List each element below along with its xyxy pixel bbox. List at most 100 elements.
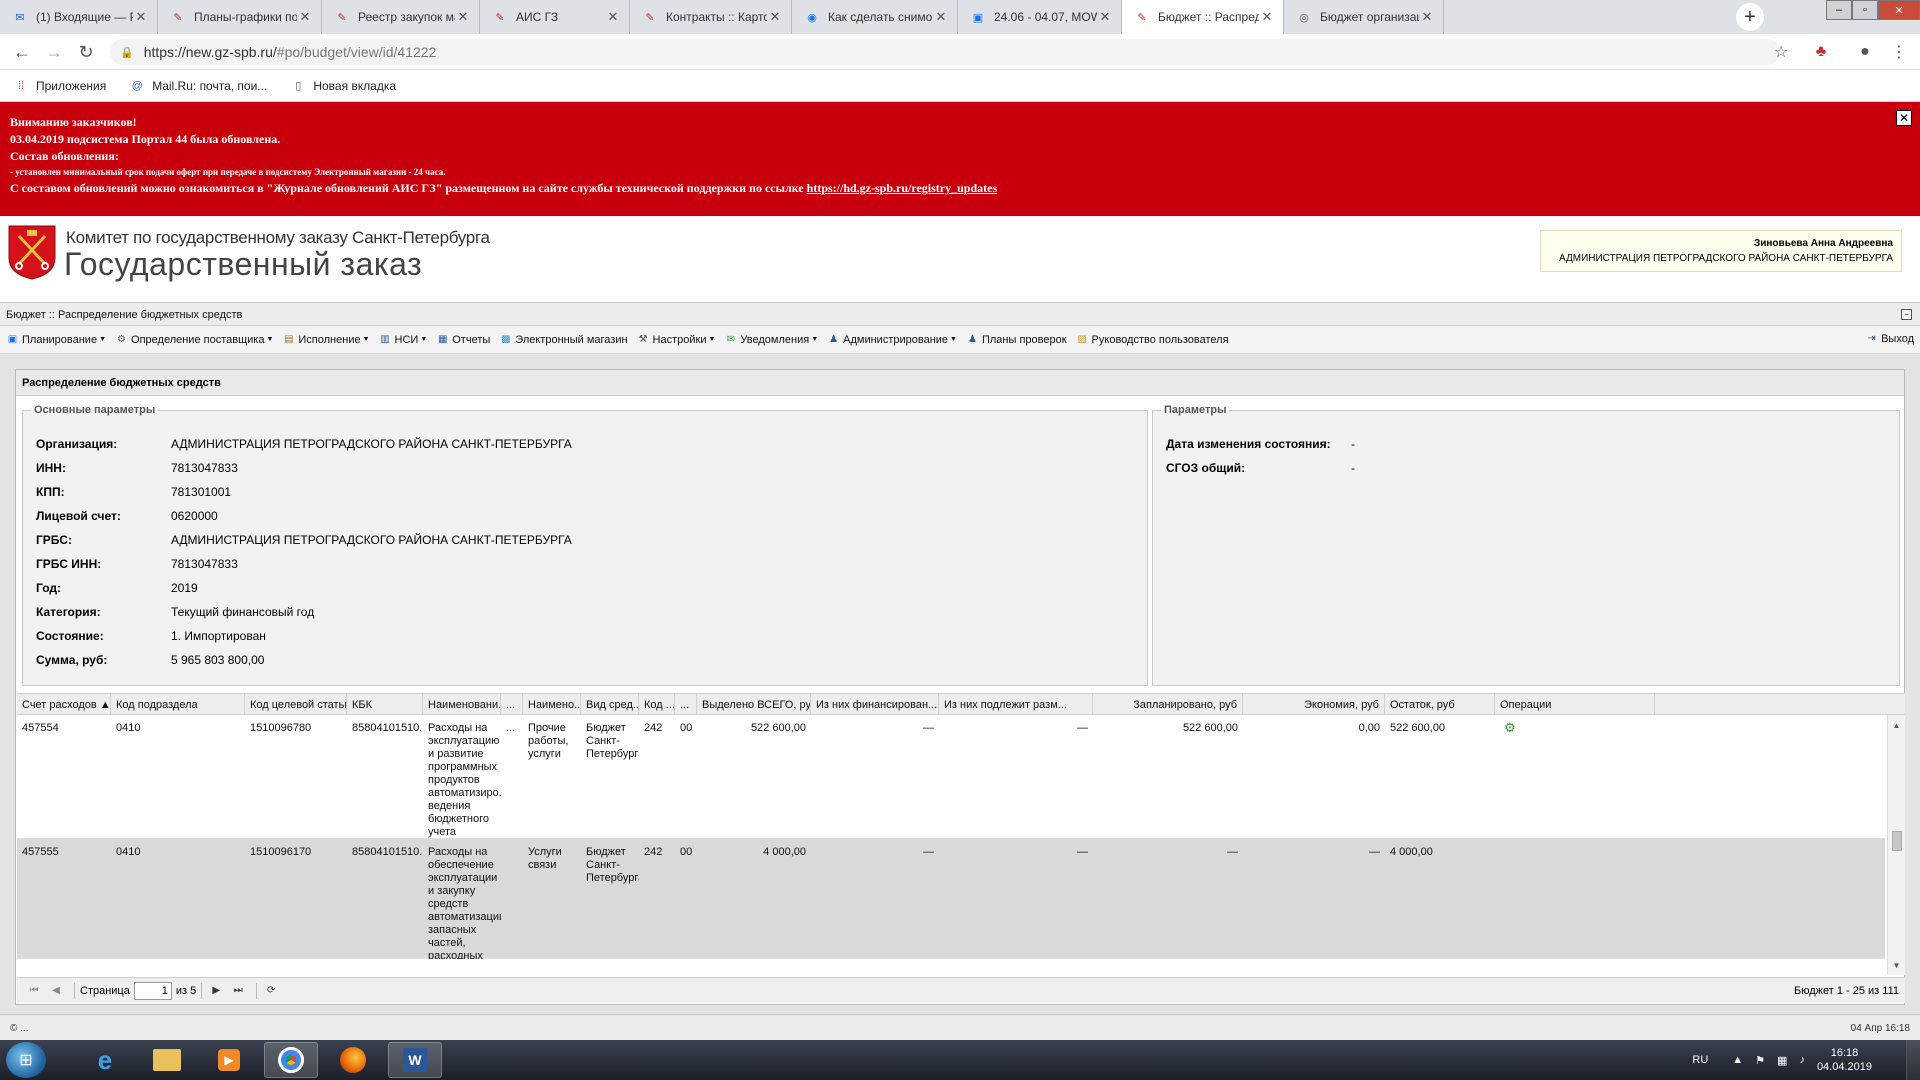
scroll-up-icon[interactable]: ▲: [1888, 719, 1905, 733]
word-taskbar-icon[interactable]: W: [388, 1042, 442, 1078]
alert-close-button[interactable]: ✕: [1896, 110, 1912, 126]
bookmark-item[interactable]: ⁞⁞ Приложения: [14, 79, 106, 93]
media-player-taskbar-icon[interactable]: ▶: [202, 1042, 256, 1078]
operation-gear-icon[interactable]: ⚙: [1499, 721, 1521, 734]
column-header[interactable]: Код целевой статьи: [245, 694, 347, 715]
tab-close-icon[interactable]: ✕: [605, 9, 621, 25]
tab-close-icon[interactable]: ✕: [455, 9, 471, 25]
menu-item[interactable]: ♟ Планы проверок: [966, 333, 1067, 346]
menu-item[interactable]: ⚒ Настройки ▼: [637, 333, 716, 346]
forward-button[interactable]: →: [42, 40, 66, 64]
show-desktop-button[interactable]: [1906, 1040, 1920, 1080]
column-header[interactable]: Код подраздела: [111, 694, 245, 715]
column-header[interactable]: Операции: [1495, 694, 1655, 715]
volume-icon[interactable]: ♪: [1799, 1054, 1805, 1066]
refresh-icon[interactable]: ⟳: [262, 983, 280, 999]
browser-tab[interactable]: ✎ Планы-графики подчи✕: [158, 0, 322, 34]
column-header[interactable]: Счет расходов ▲: [17, 694, 111, 715]
chrome-taskbar-icon[interactable]: [264, 1042, 318, 1078]
tab-close-icon[interactable]: ✕: [767, 9, 783, 25]
column-header[interactable]: Экономия, руб: [1243, 694, 1385, 715]
explorer-taskbar-icon[interactable]: [140, 1042, 194, 1078]
maximize-button[interactable]: ▫: [1852, 0, 1878, 20]
column-header[interactable]: Код ...: [639, 694, 675, 715]
tray-expand-icon[interactable]: ▲: [1732, 1054, 1743, 1066]
table-cell: 522 600,00: [1182, 722, 1238, 734]
table-cell: 0410: [116, 722, 141, 734]
bookmark-star-icon[interactable]: ☆: [1770, 42, 1792, 62]
table-row[interactable]: 457555 0410 1510096170 85804101510... Расход…: [17, 839, 1885, 959]
menu-item[interactable]: ▦ Отчеты: [436, 333, 490, 346]
menu-item[interactable]: ▣ Планирование ▼: [6, 333, 106, 346]
column-header[interactable]: ...: [675, 694, 697, 715]
page-number-input[interactable]: 1: [133, 981, 172, 1000]
network-icon[interactable]: ▦: [1777, 1054, 1787, 1067]
column-header[interactable]: ...: [501, 694, 523, 715]
browser-tab[interactable]: ▣ 24.06 - 04.07, MOW ⇄ В✕: [958, 0, 1122, 34]
column-header[interactable]: Наименовани...: [423, 694, 501, 715]
collapse-button[interactable]: −: [1901, 309, 1912, 320]
reload-button[interactable]: ↻: [74, 40, 98, 64]
gear-icon: ⚙: [117, 334, 126, 345]
column-header[interactable]: Вид сред...: [581, 694, 639, 715]
new-tab-button[interactable]: +: [1736, 3, 1764, 31]
menu-item[interactable]: ▧ Руководство пользователя: [1076, 333, 1228, 346]
column-header[interactable]: Остаток, руб: [1385, 694, 1495, 715]
last-page-icon[interactable]: ⏭: [229, 983, 247, 999]
clock-date: 04.04.2019: [1816, 1061, 1872, 1073]
tab-close-icon[interactable]: ✕: [1259, 9, 1275, 25]
window-close-button[interactable]: ✕: [1878, 0, 1920, 20]
windows-taskbar: ⊞ e ▶ W RU ▲ ⚑ ▦ ♪ 16:18 04.04.2019: [0, 1040, 1920, 1080]
first-page-icon[interactable]: ⏮: [25, 983, 43, 999]
scroll-thumb[interactable]: [1892, 831, 1902, 851]
tab-close-icon[interactable]: ✕: [1419, 9, 1435, 25]
profile-icon[interactable]: ●: [1854, 42, 1876, 62]
back-button[interactable]: ←: [10, 40, 34, 64]
taskbar-clock[interactable]: 16:18 04.04.2019: [1817, 1046, 1872, 1074]
scroll-down-icon[interactable]: ▼: [1888, 959, 1905, 973]
tab-close-icon[interactable]: ✕: [1097, 9, 1113, 25]
column-header[interactable]: Из них подлежит разм...: [939, 694, 1093, 715]
browser-tab[interactable]: ✎ АИС ГЗ ✕: [480, 0, 630, 34]
menu-item[interactable]: ▤ Исполнение ▼: [282, 333, 369, 346]
start-button[interactable]: ⊞: [6, 1042, 46, 1078]
column-header[interactable]: Запланировано, руб: [1093, 694, 1243, 715]
menu-item[interactable]: ▩ Электронный магазин: [499, 333, 628, 346]
menu-item[interactable]: ▥ НСИ ▼: [379, 333, 428, 346]
browser-tab[interactable]: ✉ (1) Входящие — Рамбле✕: [0, 0, 158, 34]
address-bar[interactable]: 🔒 https://new.gz-spb.ru/#po/budget/view/…: [110, 39, 1780, 65]
prev-page-icon[interactable]: ◀: [47, 983, 65, 999]
firefox-taskbar-icon[interactable]: [326, 1042, 380, 1078]
language-indicator[interactable]: RU: [1692, 1054, 1708, 1066]
browser-tab[interactable]: ◉ Как сделать снимок экр✕: [792, 0, 958, 34]
browser-tab[interactable]: ✎ Реестр закупок малого✕: [322, 0, 480, 34]
tab-close-icon[interactable]: ✕: [297, 9, 313, 25]
extension-icon[interactable]: ♣: [1810, 42, 1832, 62]
menu-item[interactable]: ✉ Уведомления ▼: [724, 333, 818, 346]
table-row[interactable]: 457554 0410 1510096780 85804101510... Расход…: [17, 715, 1885, 839]
bookmark-item[interactable]: @ Mail.Ru: почта, пои...: [130, 79, 268, 93]
menu-item[interactable]: ♟ Администрирование ▼: [827, 333, 957, 346]
exit-button[interactable]: ⇥ Выход: [1865, 332, 1914, 345]
tab-close-icon[interactable]: ✕: [933, 9, 949, 25]
menu-item[interactable]: ⚙ Определение поставщика ▼: [115, 333, 273, 346]
minimize-button[interactable]: –: [1826, 0, 1852, 20]
column-header[interactable]: Выделено ВСЕГО, руб: [697, 694, 811, 715]
registry-updates-link[interactable]: https://hd.gz-spb.ru/registry_updates: [807, 181, 997, 195]
bookmark-item[interactable]: ▯ Новая вкладка: [291, 79, 396, 93]
column-header[interactable]: Наимено...: [523, 694, 581, 715]
browser-tab[interactable]: ◎ Бюджет организации | ✕: [1284, 0, 1444, 34]
browser-menu-icon[interactable]: ⋮: [1888, 42, 1910, 62]
tab-close-icon[interactable]: ✕: [133, 9, 149, 25]
browser-tab[interactable]: ✎ Контракты :: Карточка✕: [630, 0, 792, 34]
side-params-legend: Параметры: [1164, 404, 1227, 416]
column-header[interactable]: Из них финансирован...: [811, 694, 939, 715]
column-header[interactable]: КБК: [347, 694, 423, 715]
dropdown-caret-icon: ▼: [420, 336, 428, 343]
table-cell: 457555: [22, 846, 59, 858]
browser-tab[interactable]: ✎ Бюджет :: Распределен✕: [1122, 0, 1284, 34]
next-page-icon[interactable]: ▶: [207, 983, 225, 999]
ie-taskbar-icon[interactable]: e: [78, 1042, 132, 1078]
action-center-flag-icon[interactable]: ⚑: [1755, 1054, 1765, 1067]
grid-scrollbar[interactable]: ▲ ▼: [1887, 715, 1905, 975]
